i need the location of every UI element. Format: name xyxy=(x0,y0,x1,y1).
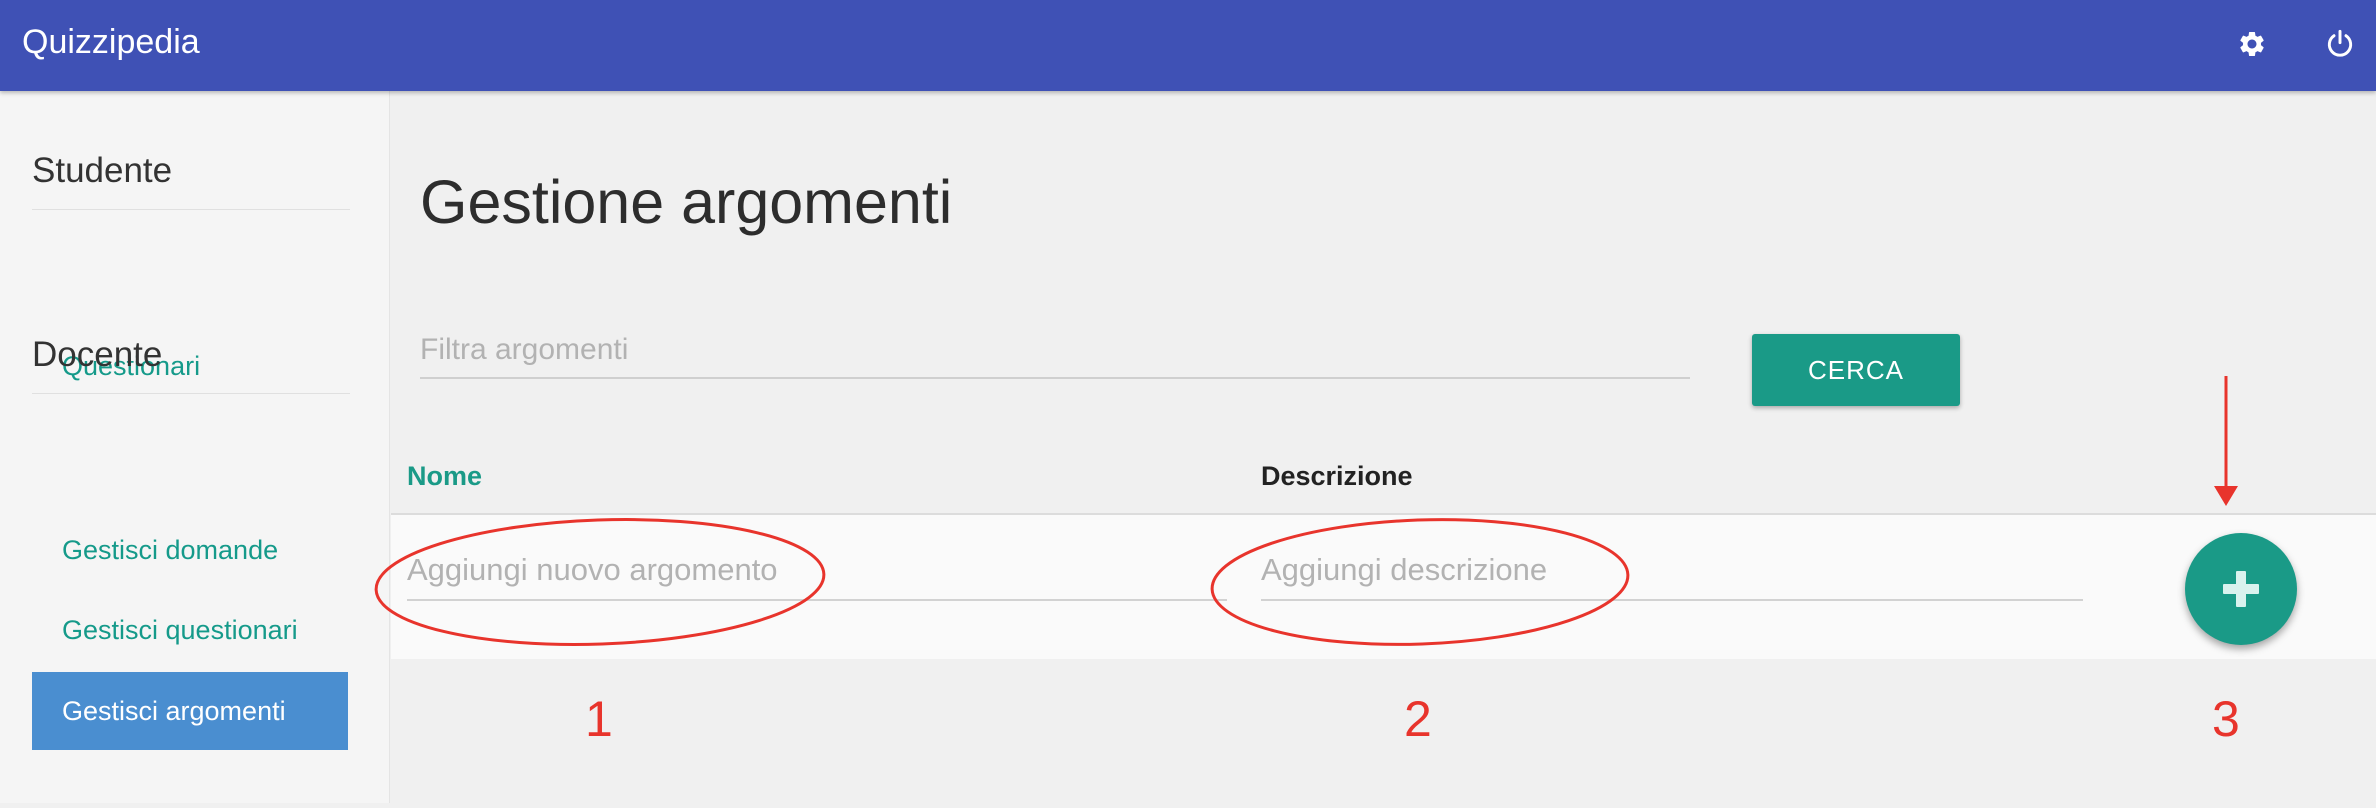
plus-icon xyxy=(2223,571,2259,607)
settings-button[interactable] xyxy=(2230,22,2274,66)
new-topic-description-input[interactable] xyxy=(1261,541,2083,601)
column-header-descrizione: Descrizione xyxy=(1261,461,1413,491)
top-app-bar: Quizzipedia xyxy=(0,0,2376,91)
search-button[interactable]: CERCA xyxy=(1752,334,1960,406)
app-title: Quizzipedia xyxy=(22,23,200,61)
power-icon xyxy=(2327,29,2353,57)
main-content: Gestione argomenti CERCA Nome Descrizion… xyxy=(391,91,2376,803)
filter-input[interactable] xyxy=(420,323,1690,379)
new-topic-name-input[interactable] xyxy=(407,541,1227,601)
sidebar-section-studente: Studente xyxy=(32,151,350,210)
sidebar-section-docente: Docente xyxy=(32,335,350,394)
column-header-nome[interactable]: Nome xyxy=(407,461,482,492)
sidebar-item-gestisci-argomenti[interactable]: Gestisci argomenti xyxy=(32,672,348,750)
new-topic-row xyxy=(391,513,2376,659)
gear-icon xyxy=(2240,31,2264,56)
logout-button[interactable] xyxy=(2318,22,2362,66)
sidebar-item-gestisci-domande[interactable]: Gestisci domande xyxy=(32,511,348,589)
page-title: Gestione argomenti xyxy=(420,168,953,236)
sidebar-item-gestisci-questionari[interactable]: Gestisci questionari xyxy=(32,591,348,669)
add-topic-button[interactable] xyxy=(2185,533,2297,645)
sidebar: Studente Questionari Docente Gestisci do… xyxy=(0,91,390,803)
